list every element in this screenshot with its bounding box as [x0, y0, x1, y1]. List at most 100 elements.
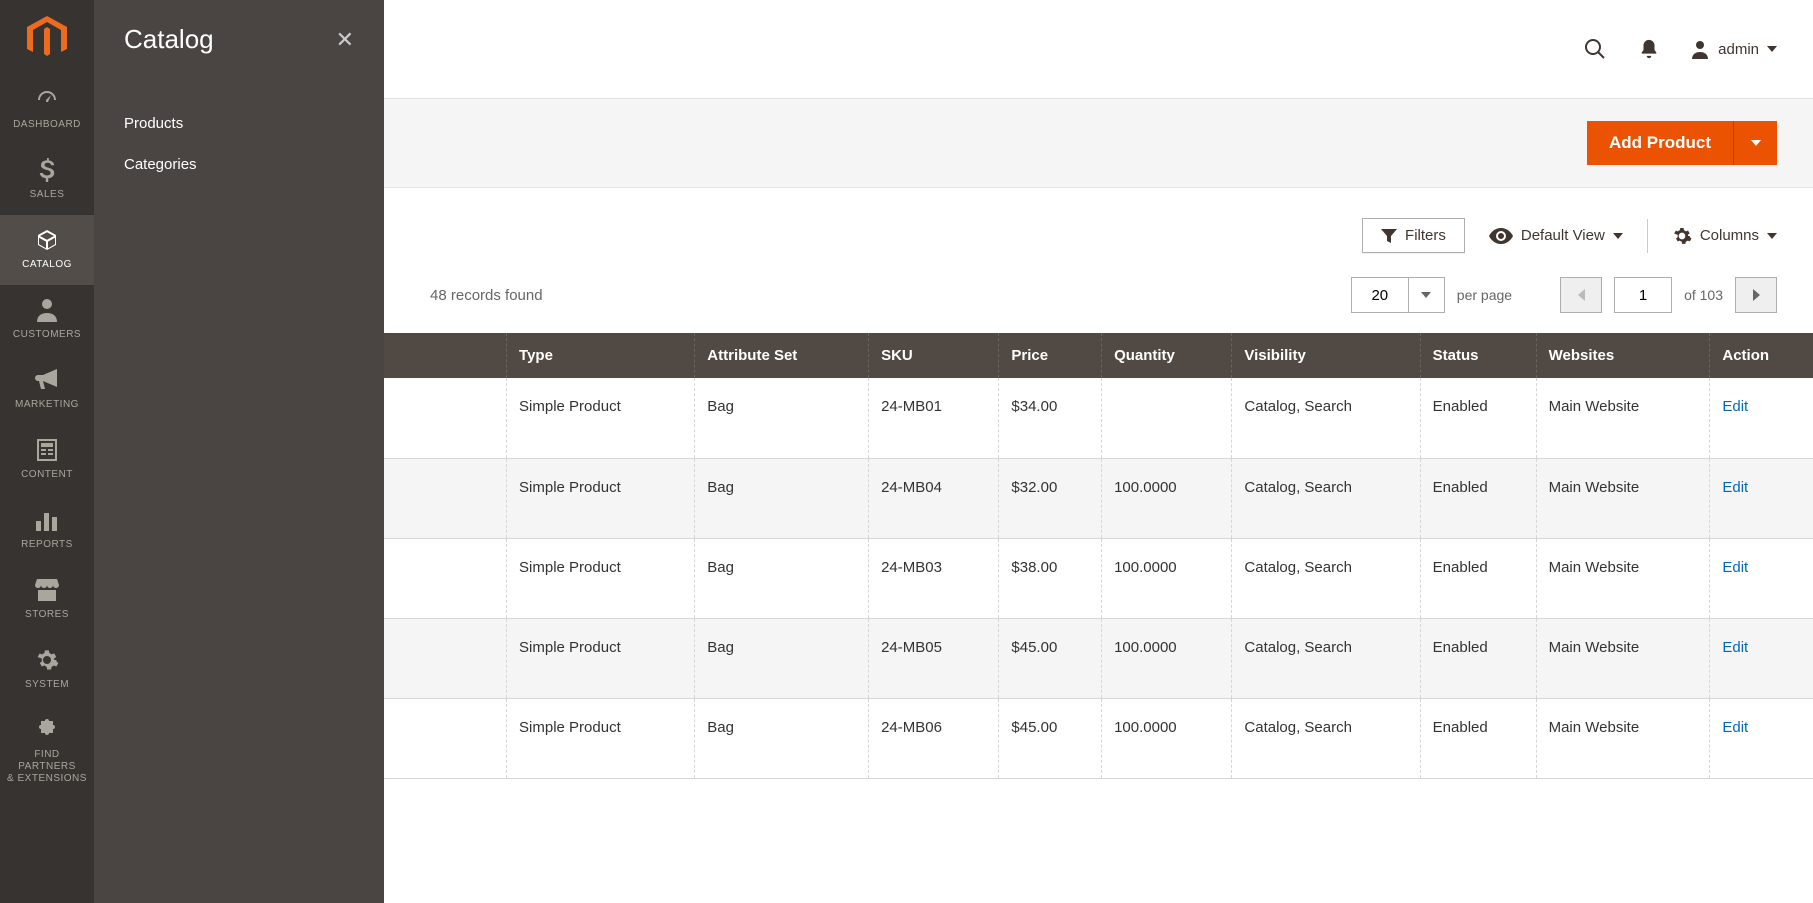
nav-marketing[interactable]: MARKETING [0, 355, 94, 425]
default-view-toggle[interactable]: Default View [1489, 227, 1623, 244]
cell-sku: 24-MB05 [869, 618, 999, 698]
cell-type: Simple Product [507, 538, 695, 618]
next-page-button[interactable] [1735, 277, 1777, 313]
cell-price: $32.00 [999, 458, 1102, 538]
edit-link[interactable]: Edit [1722, 719, 1748, 736]
flyout-close-button[interactable]: ✕ [336, 27, 354, 53]
header-visibility[interactable]: Visibility [1232, 333, 1420, 378]
add-product-split-button: Add Product [1587, 121, 1777, 165]
header-action: Action [1710, 333, 1813, 378]
cell-web: Main Website [1536, 378, 1710, 458]
nav-reports[interactable]: REPORTS [0, 495, 94, 565]
cell-action: Edit [1710, 698, 1813, 778]
cell-action: Edit [1710, 378, 1813, 458]
per-page-caret[interactable] [1409, 277, 1445, 313]
user-menu[interactable]: admin [1690, 39, 1777, 59]
nav-catalog[interactable]: CATALOG [0, 215, 94, 285]
edit-link[interactable]: Edit [1722, 479, 1748, 496]
main-sidebar: DASHBOARD SALES CATALOG CUSTOMERS MARKET… [0, 0, 94, 903]
cell-web: Main Website [1536, 618, 1710, 698]
cell-attr: Bag [695, 458, 869, 538]
cell-attr: Bag [695, 698, 869, 778]
cell-action: Edit [1710, 618, 1813, 698]
filters-button[interactable]: Filters [1362, 218, 1465, 253]
chevron-down-icon [1613, 233, 1623, 239]
cell-attr: Bag [695, 618, 869, 698]
cell-type: Simple Product [507, 378, 695, 458]
chevron-down-icon [1751, 140, 1761, 146]
cell-sku: 24-MB01 [869, 378, 999, 458]
cell-sku: 24-MB04 [869, 458, 999, 538]
nav-system[interactable]: SYSTEM [0, 635, 94, 705]
cell-action: Edit [1710, 458, 1813, 538]
nav-stores[interactable]: STORES [0, 565, 94, 635]
cell-qty: 100.0000 [1102, 698, 1232, 778]
flyout-title: Catalog [124, 24, 214, 55]
cell-attr: Bag [695, 538, 869, 618]
cell-type: Simple Product [507, 458, 695, 538]
nav-partners[interactable]: FIND PARTNERS & EXTENSIONS [0, 705, 94, 799]
page-input[interactable] [1614, 277, 1672, 313]
cell-attr: Bag [695, 378, 869, 458]
cube-icon [34, 227, 60, 253]
nav-dashboard[interactable]: DASHBOARD [0, 75, 94, 145]
close-icon: ✕ [336, 27, 354, 52]
header-quantity[interactable]: Quantity [1102, 333, 1232, 378]
gear-icon [34, 647, 60, 673]
header-sku[interactable]: SKU [869, 333, 999, 378]
flyout-item-products[interactable]: Products [124, 103, 354, 144]
eye-icon [1489, 228, 1513, 244]
pagination: per page of 103 [1351, 277, 1777, 313]
cell-vis: Catalog, Search [1232, 458, 1420, 538]
prev-page-button[interactable] [1560, 277, 1602, 313]
chevron-left-icon [1578, 289, 1585, 301]
header-price[interactable]: Price [999, 333, 1102, 378]
cell-qty: 100.0000 [1102, 538, 1232, 618]
total-pages-label: of 103 [1684, 287, 1723, 303]
cell-price: $45.00 [999, 698, 1102, 778]
per-page-label: per page [1457, 287, 1512, 303]
nav-sales[interactable]: SALES [0, 145, 94, 215]
user-label: admin [1718, 41, 1759, 58]
add-product-toggle[interactable] [1733, 121, 1777, 165]
add-product-button[interactable]: Add Product [1587, 121, 1733, 165]
cell-status: Enabled [1420, 618, 1536, 698]
edit-link[interactable]: Edit [1722, 559, 1748, 576]
catalog-flyout: Catalog ✕ Products Categories [94, 0, 384, 903]
gear-icon [1672, 226, 1692, 246]
flyout-item-categories[interactable]: Categories [124, 144, 354, 185]
chevron-down-icon [1767, 233, 1777, 239]
search-button[interactable] [1582, 36, 1608, 62]
person-icon [34, 297, 60, 323]
cell-price: $45.00 [999, 618, 1102, 698]
bell-icon [1638, 38, 1660, 60]
chevron-right-icon [1753, 289, 1760, 301]
cell-status: Enabled [1420, 378, 1536, 458]
nav-content[interactable]: CONTENT [0, 425, 94, 495]
cell-qty [1102, 378, 1232, 458]
cell-price: $38.00 [999, 538, 1102, 618]
columns-toggle[interactable]: Columns [1672, 226, 1777, 246]
header-attribute-set[interactable]: Attribute Set [695, 333, 869, 378]
header-websites[interactable]: Websites [1536, 333, 1710, 378]
edit-link[interactable]: Edit [1722, 639, 1748, 656]
megaphone-icon [34, 367, 60, 393]
cell-vis: Catalog, Search [1232, 618, 1420, 698]
user-icon [1690, 39, 1710, 59]
edit-link[interactable]: Edit [1722, 398, 1748, 415]
cell-qty: 100.0000 [1102, 458, 1232, 538]
notifications-button[interactable] [1636, 36, 1662, 62]
cell-vis: Catalog, Search [1232, 538, 1420, 618]
nav-customers[interactable]: CUSTOMERS [0, 285, 94, 355]
storefront-icon [34, 577, 60, 603]
cell-vis: Catalog, Search [1232, 698, 1420, 778]
cell-vis: Catalog, Search [1232, 378, 1420, 458]
header-type[interactable]: Type [507, 333, 695, 378]
header-status[interactable]: Status [1420, 333, 1536, 378]
cell-type: Simple Product [507, 698, 695, 778]
magento-logo[interactable] [0, 0, 94, 75]
puzzle-icon [34, 717, 60, 743]
cell-action: Edit [1710, 538, 1813, 618]
per-page-select[interactable] [1351, 277, 1409, 313]
cell-qty: 100.0000 [1102, 618, 1232, 698]
